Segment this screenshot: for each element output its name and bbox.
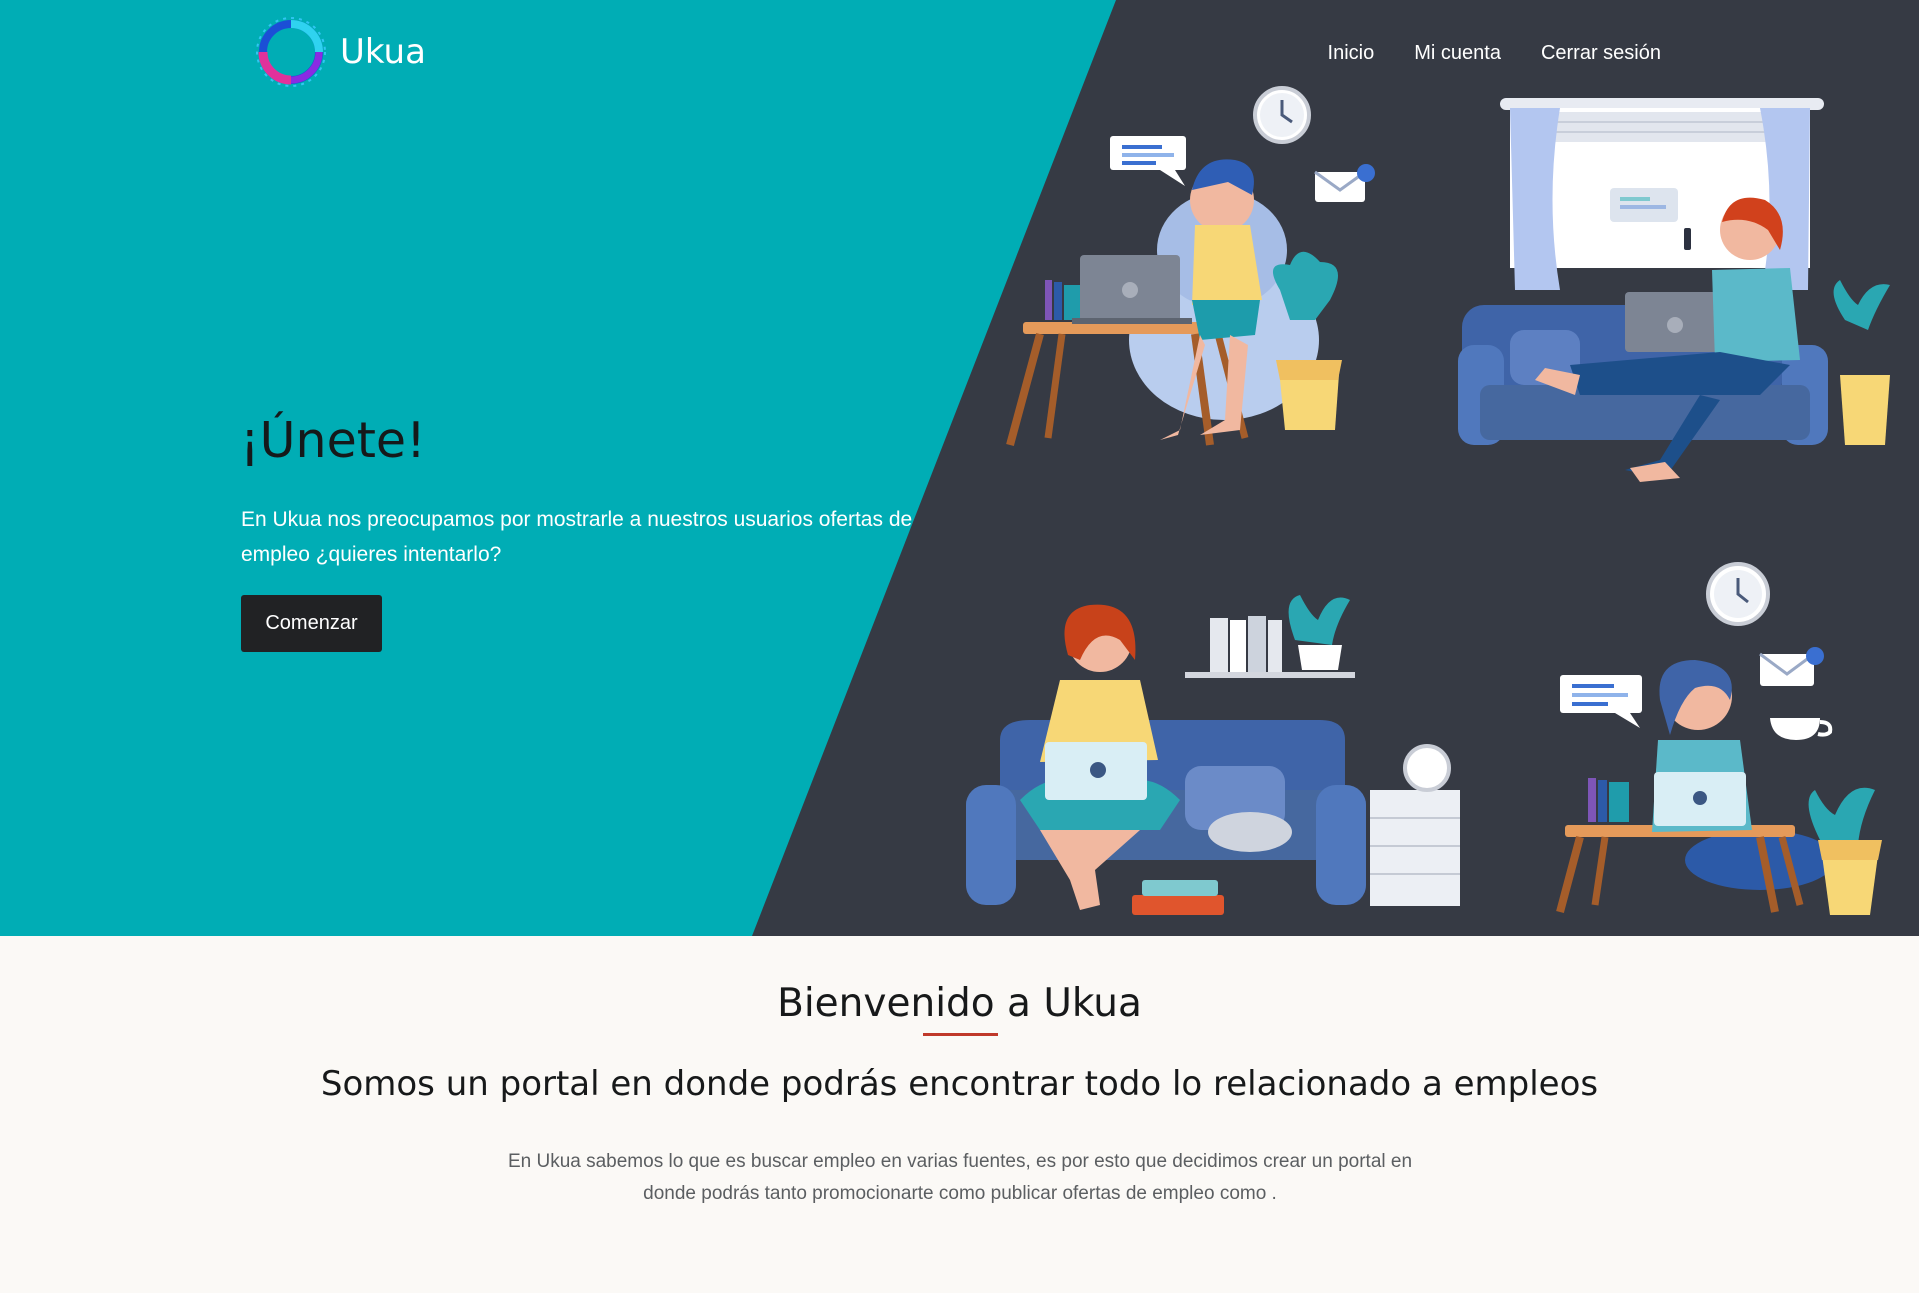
welcome-subtitle: Somos un portal en donde podrás encontra… xyxy=(320,1064,1599,1104)
ring-logo-icon xyxy=(256,17,326,87)
scene-couch-window xyxy=(1458,98,1890,482)
welcome-title: Bienvenido a Ukua xyxy=(777,981,1142,1026)
nav-link-mi-cuenta[interactable]: Mi cuenta xyxy=(1414,42,1501,65)
hero-title: ¡Únete! xyxy=(240,412,426,469)
main-nav: Inicio Mi cuenta Cerrar sesión xyxy=(1328,42,1661,65)
welcome-section: Bienvenido a Ukua Somos un portal en don… xyxy=(0,936,1919,1293)
start-button[interactable]: Comenzar xyxy=(241,595,382,652)
scene-desk-beanbag xyxy=(1006,86,1375,447)
nav-link-inicio[interactable]: Inicio xyxy=(1328,42,1375,65)
welcome-description: En Ukua sabemos lo que es buscar empleo … xyxy=(507,1151,1413,1204)
title-underline-divider xyxy=(923,1033,998,1036)
scene-couch-laptop xyxy=(966,595,1460,915)
hero-description: En Ukua nos preocupamos por mostrarle a … xyxy=(241,508,913,566)
brand-name: Ukua xyxy=(340,32,426,72)
brand-logo[interactable]: Ukua xyxy=(251,12,426,92)
nav-link-cerrar-sesion[interactable]: Cerrar sesión xyxy=(1541,42,1661,65)
scene-desk-coffee xyxy=(1556,562,1882,915)
hero-section: Ukua Inicio Mi cuenta Cerrar sesión ¡Úne… xyxy=(0,0,1919,936)
